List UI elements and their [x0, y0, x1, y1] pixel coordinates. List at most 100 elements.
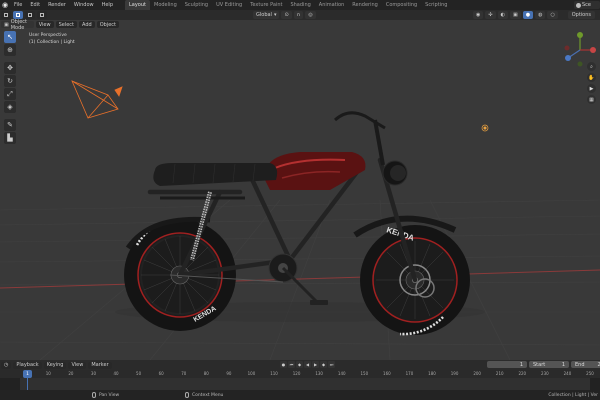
options-dropdown[interactable]: Options: [567, 11, 595, 19]
viewport-header: Global ▾ ⊙ ∩ ◎ ◉ ✣ ◐ ▣ ● ◍ ○ Options: [0, 10, 600, 20]
scene-selector[interactable]: Sce: [574, 1, 600, 9]
menu-item-window[interactable]: Window: [74, 2, 94, 8]
ruler-tick: 160: [383, 371, 391, 376]
proportional-icon: ◎: [308, 12, 313, 18]
start-frame-field[interactable]: Start 1: [529, 361, 569, 368]
cube-icon: [4, 13, 8, 17]
tab-modeling[interactable]: Modeling: [150, 0, 181, 10]
tool-shelf: ↖ ⊕ ✥ ↻ ⤢ ◈ ✎ ▙: [4, 31, 16, 144]
viewport-scene[interactable]: KENDA KENDA: [0, 20, 600, 360]
main-menu: File Edit Render Window Help: [10, 2, 117, 8]
orientation-dropdown[interactable]: Global ▾: [253, 11, 280, 19]
ruler-tick: 180: [428, 371, 436, 376]
prev-keyframe-button[interactable]: ◆: [296, 361, 303, 368]
timeline-area[interactable]: 1102030405060708090100110120130140150160…: [0, 370, 600, 390]
camera-object[interactable]: [71, 80, 123, 119]
proportional-editing-button[interactable]: ◎: [305, 11, 316, 19]
snap-button[interactable]: ∩: [293, 11, 304, 19]
ruler-tick: 200: [473, 371, 481, 376]
pivot-button[interactable]: ⊙: [281, 11, 292, 19]
ruler-tick: 20: [68, 371, 74, 376]
menu-item-render[interactable]: Render: [48, 2, 66, 8]
play-button[interactable]: ▶: [312, 361, 319, 368]
keying-label: Keying: [46, 362, 64, 368]
ortho-toggle-button[interactable]: ▦: [587, 95, 596, 104]
rotate-tool[interactable]: ↻: [4, 75, 16, 87]
timeline-editor-type[interactable]: ◷: [1, 361, 12, 369]
viewport-display-tools: ◉ ✣ ◐ ▣ ● ◍ ○: [472, 11, 559, 19]
tab-layout[interactable]: Layout: [125, 0, 150, 10]
playhead-line: [27, 378, 28, 390]
hand-icon: ✋: [588, 74, 595, 81]
transform-tool[interactable]: ◈: [4, 101, 16, 113]
keying-menu[interactable]: Keying: [43, 361, 67, 369]
material-shading-button[interactable]: ◍: [535, 11, 546, 19]
status-pan-view: Pan View: [92, 392, 119, 398]
menu-item-file[interactable]: File: [14, 2, 22, 8]
jump-start-button[interactable]: ⏮: [288, 361, 295, 368]
blender-logo-icon[interactable]: ◉: [0, 0, 10, 10]
cursor-tool[interactable]: ⊕: [4, 44, 16, 56]
status-middle-label: Context Menu: [192, 392, 224, 398]
add-menu[interactable]: Add: [79, 21, 95, 28]
rendered-sphere-icon: ○: [550, 12, 555, 18]
play-reverse-button[interactable]: ◀: [304, 361, 311, 368]
current-frame-field[interactable]: 1: [487, 361, 527, 368]
move-tool[interactable]: ✥: [4, 62, 16, 74]
playback-menu[interactable]: Playback: [13, 361, 42, 369]
tab-sculpting[interactable]: Sculpting: [181, 0, 212, 10]
jump-end-button[interactable]: ⏭: [328, 361, 335, 368]
record-button[interactable]: ●: [280, 361, 287, 368]
overlay-toggle-button[interactable]: ◐: [497, 11, 508, 19]
camera-view-button[interactable]: ▶: [587, 84, 596, 93]
jump-end-icon: ⏭: [329, 362, 334, 367]
select-subtract-button[interactable]: [37, 11, 47, 19]
ruler-icon: ▙: [7, 134, 13, 142]
menu-item-edit[interactable]: Edit: [30, 2, 40, 8]
playhead[interactable]: 1: [23, 370, 32, 378]
menu-item-help[interactable]: Help: [102, 2, 113, 8]
view-collection-label: (1) Collection | Light: [29, 40, 75, 45]
timeline-view-menu[interactable]: View: [68, 361, 87, 369]
ebike-model[interactable]: KENDA KENDA: [115, 111, 485, 336]
transform-tools: Global ▾ ⊙ ∩ ◎: [252, 11, 317, 19]
3d-viewport[interactable]: KENDA KENDA User Perspective (1) Collect…: [0, 20, 600, 360]
solid-shading-button[interactable]: ●: [522, 11, 534, 19]
tab-shading[interactable]: Shading: [286, 0, 314, 10]
annotate-tool[interactable]: ✎: [4, 119, 16, 131]
gizmo-toggle-button[interactable]: ✣: [485, 11, 496, 19]
end-frame-field[interactable]: End 250: [571, 361, 600, 368]
frame-ruler[interactable]: 1102030405060708090100110120130140150160…: [0, 370, 600, 378]
xray-toggle-button[interactable]: ▣: [509, 11, 521, 19]
tab-scripting[interactable]: Scripting: [421, 0, 451, 10]
mode-dropdown[interactable]: ▣ Object Mode: [1, 19, 34, 31]
end-label: End: [575, 361, 585, 368]
tab-rendering[interactable]: Rendering: [348, 0, 382, 10]
scale-tool[interactable]: ⤢: [4, 88, 16, 100]
next-keyframe-button[interactable]: ◆: [320, 361, 327, 368]
viewport-navigation: ⌕ ✋ ▶ ▦: [587, 62, 596, 104]
pan-button[interactable]: ✋: [587, 73, 596, 82]
pencil-icon: ✎: [7, 121, 13, 129]
select-menu[interactable]: Select: [55, 21, 78, 28]
object-menu[interactable]: Object: [96, 21, 119, 28]
marker-menu[interactable]: Marker: [88, 361, 112, 369]
ruler-tick: 10: [45, 371, 51, 376]
mouse-middle-icon: [92, 392, 96, 398]
visibility-button[interactable]: ◉: [473, 11, 484, 19]
tab-compositing[interactable]: Compositing: [382, 0, 421, 10]
editor-type-button[interactable]: [1, 11, 11, 19]
rendered-shading-button[interactable]: ○: [547, 11, 558, 19]
view-menu[interactable]: View: [35, 21, 54, 28]
3d-cursor-icon: ⊕: [7, 46, 13, 54]
ruler-tick: 100: [247, 371, 256, 376]
tab-texture-paint[interactable]: Texture Paint: [246, 0, 286, 10]
select-tool[interactable]: ↖: [4, 31, 16, 43]
light-object[interactable]: [481, 124, 489, 132]
tab-uv-editing[interactable]: UV Editing: [212, 0, 246, 10]
scene-icon: [576, 2, 581, 8]
tab-animation[interactable]: Animation: [315, 0, 349, 10]
zoom-button[interactable]: ⌕: [587, 62, 596, 71]
measure-tool[interactable]: ▙: [4, 132, 16, 144]
ruler-tick: 70: [181, 371, 187, 376]
